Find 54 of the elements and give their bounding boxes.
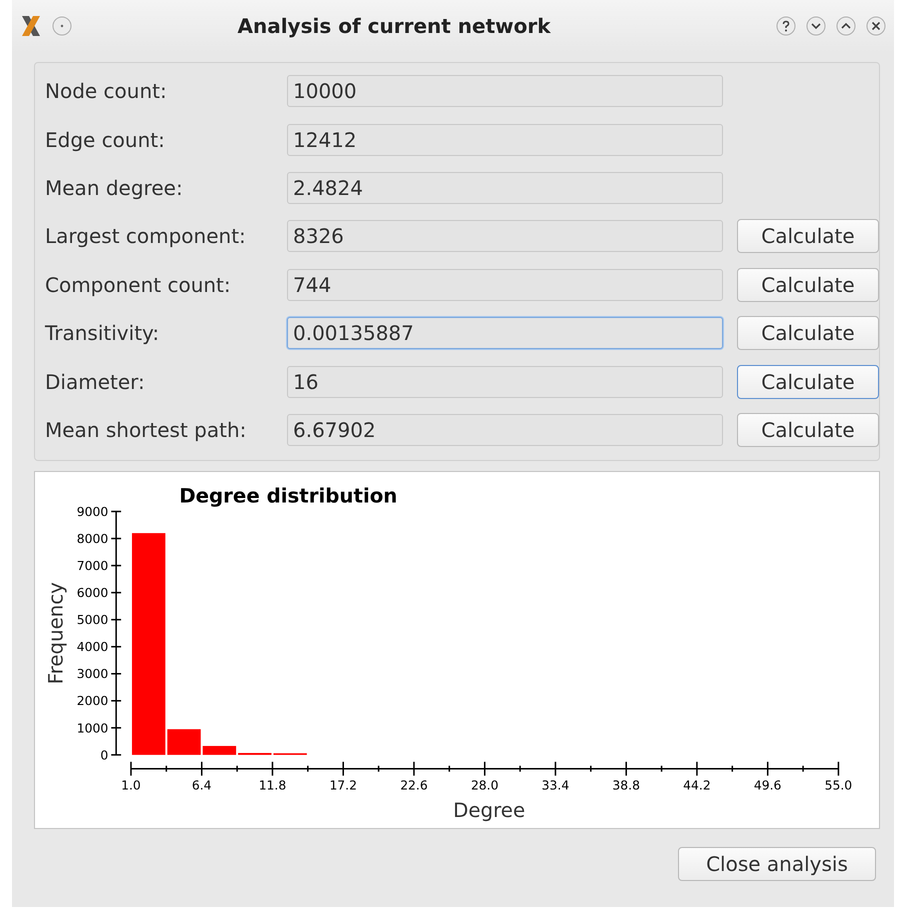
x-tick-label: 1.0 xyxy=(121,778,141,793)
x-tick-label: 6.4 xyxy=(192,778,212,793)
field-label: Mean shortest path: xyxy=(45,418,248,442)
field-label: Edge count: xyxy=(45,128,166,152)
x-tick-label: 17.2 xyxy=(329,778,357,793)
minimize-button[interactable] xyxy=(806,16,826,36)
y-tick-label: 9000 xyxy=(76,505,108,520)
maximize-button[interactable] xyxy=(836,16,856,36)
calculate-button[interactable]: Calculate xyxy=(737,412,879,447)
y-tick-label: 1000 xyxy=(76,721,108,736)
chart-title: Degree distribution xyxy=(179,484,398,508)
x-tick-label: 11.8 xyxy=(258,778,286,793)
x-tick-label: 55.0 xyxy=(824,778,852,793)
calculate-button[interactable]: Calculate xyxy=(737,219,879,254)
y-tick-label: 2000 xyxy=(76,694,108,708)
y-tick-label: 6000 xyxy=(76,586,108,600)
x-tick-label: 33.4 xyxy=(542,778,570,793)
field-label: Transitivity: xyxy=(45,321,160,346)
y-tick-label: 3000 xyxy=(76,667,108,682)
x-tick-label: 22.6 xyxy=(400,778,428,793)
value-field[interactable]: 8326 xyxy=(287,220,723,252)
value-field[interactable]: 0.00135887 xyxy=(287,317,723,350)
x-tick-label: 44.2 xyxy=(683,778,711,793)
field-label: Largest component: xyxy=(45,224,247,248)
calculate-button[interactable]: Calculate xyxy=(737,364,879,399)
close-button[interactable] xyxy=(866,16,886,36)
y-tick-label: 7000 xyxy=(76,559,108,574)
x-tick-label: 49.6 xyxy=(754,778,782,793)
y-tick-label: 4000 xyxy=(76,640,108,654)
histogram-bar xyxy=(167,729,201,755)
value-field[interactable]: 12412 xyxy=(287,124,723,156)
y-tick-label: 5000 xyxy=(76,613,108,628)
field-label: Node count: xyxy=(45,79,168,104)
histogram-bar xyxy=(202,746,236,755)
close-analysis-button[interactable]: Close analysis xyxy=(678,847,876,882)
value-field[interactable]: 10000 xyxy=(287,75,723,108)
value-field[interactable]: 6.67902 xyxy=(287,414,723,446)
calculate-button[interactable]: Calculate xyxy=(737,268,879,302)
calculate-button[interactable]: Calculate xyxy=(737,316,879,350)
value-field[interactable]: 744 xyxy=(287,268,723,301)
value-field[interactable]: 2.4824 xyxy=(287,172,723,204)
x-logo-icon xyxy=(20,14,42,38)
y-axis-label: Frequency xyxy=(44,582,68,684)
y-tick-label: 0 xyxy=(100,748,108,762)
x-tick-label: 28.0 xyxy=(470,778,498,793)
x-tick-label: 38.8 xyxy=(612,778,640,793)
field-label: Diameter: xyxy=(45,370,146,394)
help-button[interactable] xyxy=(776,16,796,36)
x-axis-label: Degree xyxy=(453,799,526,822)
field-label: Mean degree: xyxy=(45,176,184,200)
window-title: Analysis of current network xyxy=(236,14,552,38)
y-tick-label: 8000 xyxy=(76,532,108,546)
value-field[interactable]: 16 xyxy=(287,366,723,398)
field-label: Component count: xyxy=(45,272,232,297)
